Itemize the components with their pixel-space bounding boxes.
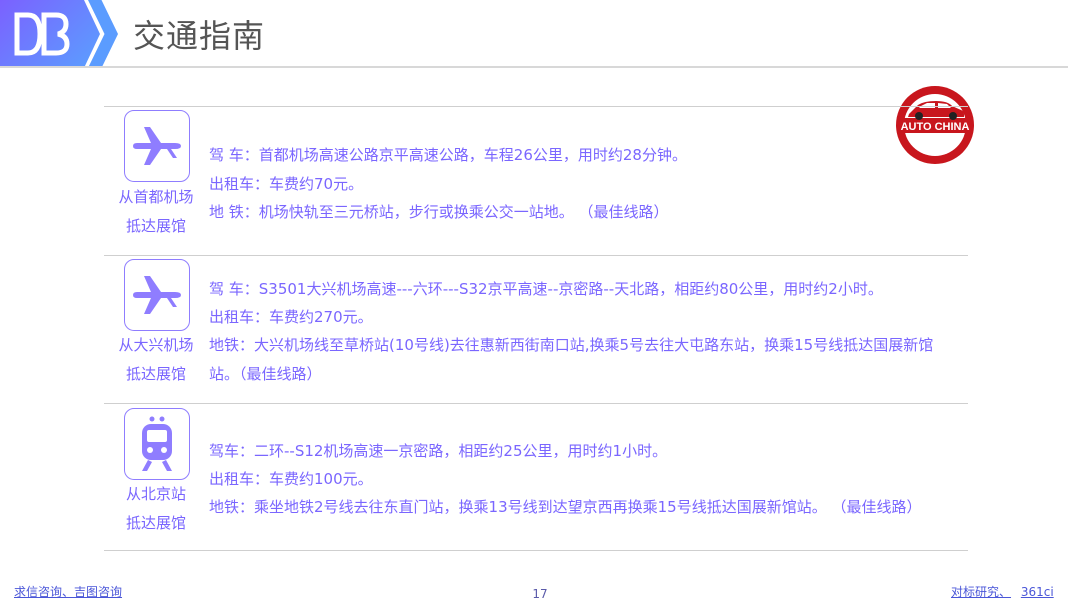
section-divider (104, 550, 968, 551)
section-caption: 从首都机场 抵达展馆 (104, 183, 208, 241)
route-line: 地铁：大兴机场线至草桥站(10号线)去往惠新西街南口站,换乘5号去往大屯路东站，… (209, 336, 934, 354)
header: 交通指南 (0, 0, 1080, 70)
section-icon-box (124, 259, 190, 331)
section-icon-box (124, 408, 190, 480)
route-line: 出租车：车费约270元。 (209, 308, 373, 326)
db-logo-icon (14, 12, 70, 56)
route-line: 地铁：乘坐地铁2号线去往东直门站，换乘13号线到达望京西再换乘15号线抵达国展新… (209, 498, 922, 516)
route-line: 驾 车：首都机场高速公路京平高速公路，车程26公里，用时约28分钟。 (209, 146, 687, 164)
airplane-icon (133, 127, 181, 165)
page-number: 17 (532, 587, 548, 601)
route-line: 出租车：车费约100元。 (209, 470, 373, 488)
route-line: 站。（最佳线路） (209, 365, 322, 383)
footer-right-links: 对标研究、 361ci (951, 583, 1054, 600)
caption-line: 抵达展馆 (125, 514, 186, 532)
section-icon-box (124, 110, 190, 182)
page-title: 交通指南 (133, 17, 266, 55)
caption-line: 抵达展馆 (125, 365, 186, 383)
logo-block (0, 0, 100, 68)
section-divider (104, 255, 968, 256)
badge-text: AUTO CHINA (901, 121, 970, 133)
route-line: 驾 车：S3501大兴机场高速---六环---S32京平高速--京密路--天北路… (209, 280, 883, 298)
footer-right-link[interactable]: 对标研究、 (951, 585, 1011, 599)
airplane-icon (133, 276, 181, 314)
caption-line: 抵达展馆 (125, 217, 186, 235)
header-divider (0, 66, 1068, 68)
section-divider (104, 106, 968, 107)
route-line: 地 铁：机场快轨至三元桥站，步行或换乘公交一站地。 （最佳线路） (209, 203, 669, 221)
caption-line: 从首都机场 (118, 188, 194, 206)
footer-right-link[interactable]: 361ci (1021, 585, 1054, 599)
section-caption: 从大兴机场 抵达展馆 (104, 331, 208, 389)
route-line: 驾车：二环--S12机场高速一京密路，相距约25公里，用时约1小时。 (209, 442, 668, 460)
train-icon (142, 416, 172, 471)
section-divider (104, 403, 968, 404)
section-caption: 从北京站 抵达展馆 (104, 480, 208, 538)
route-line: 出租车：车费约70元。 (209, 175, 364, 193)
caption-line: 从大兴机场 (118, 336, 194, 354)
caption-line: 从北京站 (125, 485, 186, 503)
auto-china-badge: AUTO CHINA (896, 86, 974, 164)
